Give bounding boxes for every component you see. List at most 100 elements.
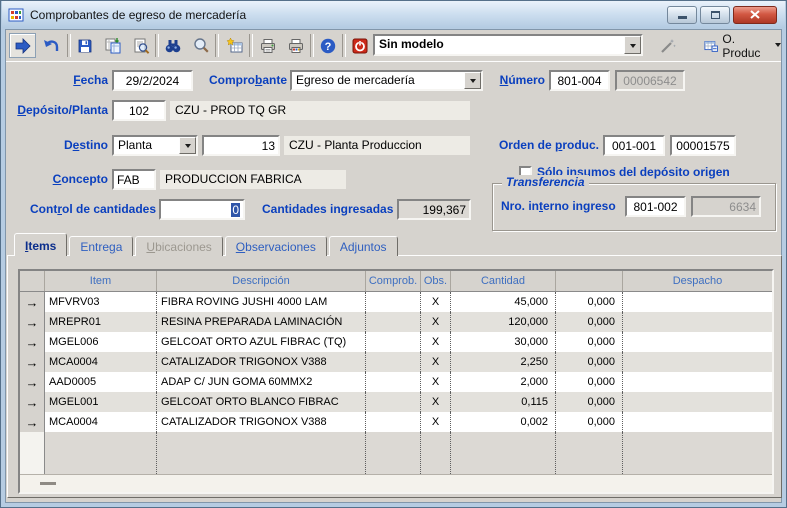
row-selector[interactable]: → <box>20 372 45 392</box>
cell-obs[interactable]: X <box>421 292 451 312</box>
wand-button[interactable] <box>654 33 681 58</box>
cell-cant2[interactable]: 0,000 <box>556 312 623 332</box>
cell-item[interactable]: MGEL006 <box>45 332 157 352</box>
cell-descripcion[interactable]: GELCOAT ORTO BLANCO FIBRAC <box>157 392 366 412</box>
minimize-button[interactable] <box>667 6 697 24</box>
orden-serie-input[interactable] <box>603 135 665 156</box>
model-combobox-dropdown-button[interactable] <box>624 36 641 54</box>
cell-despacho[interactable] <box>623 292 772 312</box>
cell-obs[interactable]: X <box>421 412 451 432</box>
deposito-codigo-input[interactable] <box>112 100 166 121</box>
destino-dropdown-button[interactable] <box>179 137 196 154</box>
table-row[interactable]: → MREPR01 RESINA PREPARADA LAMINACIÓN X … <box>20 312 772 332</box>
row-selector[interactable]: → <box>20 392 45 412</box>
cell-cant2[interactable]: 0,000 <box>556 412 623 432</box>
destino-codigo-input[interactable] <box>202 135 280 156</box>
table-row[interactable]: → AAD0005 ADAP C/ JUN GOMA 60MMX2 X 2,00… <box>20 372 772 392</box>
print-design-button[interactable] <box>282 33 309 58</box>
header-obs[interactable]: Obs. <box>421 271 451 291</box>
new-grid-button[interactable] <box>221 33 248 58</box>
comprobante-combobox[interactable]: Egreso de mercadería <box>290 70 483 91</box>
row-selector[interactable]: → <box>20 352 45 372</box>
find-button[interactable] <box>159 33 186 58</box>
table-row[interactable]: → MGEL001 GELCOAT ORTO BLANCO FIBRAC X 0… <box>20 392 772 412</box>
cell-item[interactable]: MFVRV03 <box>45 292 157 312</box>
save-button[interactable] <box>71 33 98 58</box>
cell-descripcion[interactable]: GELCOAT ORTO AZUL FIBRAC (TQ) <box>157 332 366 352</box>
cell-despacho[interactable] <box>623 352 772 372</box>
scrollbar-thumb[interactable] <box>40 482 56 485</box>
cell-obs[interactable]: X <box>421 392 451 412</box>
header-row-selector[interactable] <box>20 271 45 291</box>
cell-despacho[interactable] <box>623 412 772 432</box>
header-despacho[interactable]: Despacho <box>623 271 772 291</box>
row-selector[interactable]: → <box>20 292 45 312</box>
table-row[interactable]: → MCA0004 CATALIZADOR TRIGONOX V388 X 0,… <box>20 412 772 432</box>
cell-descripcion[interactable]: RESINA PREPARADA LAMINACIÓN <box>157 312 366 332</box>
comprobante-dropdown-button[interactable] <box>464 72 481 89</box>
cell-despacho[interactable] <box>623 372 772 392</box>
cell-descripcion[interactable]: CATALIZADOR TRIGONOX V388 <box>157 412 366 432</box>
exit-button[interactable] <box>346 33 373 58</box>
cell-obs[interactable]: X <box>421 332 451 352</box>
destino-tipo-combobox[interactable]: Planta <box>112 135 198 156</box>
close-button[interactable] <box>733 6 777 24</box>
cell-obs[interactable]: X <box>421 352 451 372</box>
cell-cant2[interactable]: 0,000 <box>556 372 623 392</box>
undo-button[interactable] <box>37 33 64 58</box>
fecha-input[interactable] <box>112 70 193 91</box>
numero-serie-input[interactable] <box>549 70 610 91</box>
help-button[interactable]: ? <box>314 33 341 58</box>
row-selector[interactable]: → <box>20 412 45 432</box>
cell-comprob[interactable] <box>366 312 421 332</box>
cell-obs[interactable]: X <box>421 312 451 332</box>
control-cantidades-input[interactable]: 0 <box>159 199 245 220</box>
cell-cant2[interactable]: 0,000 <box>556 332 623 352</box>
cell-comprob[interactable] <box>366 352 421 372</box>
cell-despacho[interactable] <box>623 312 772 332</box>
cell-descripcion[interactable]: CATALIZADOR TRIGONOX V388 <box>157 352 366 372</box>
cell-comprob[interactable] <box>366 392 421 412</box>
cell-cantidad[interactable]: 0,002 <box>451 412 556 432</box>
model-combobox[interactable]: Sin modelo <box>373 34 643 56</box>
horizontal-scrollbar[interactable] <box>20 474 772 492</box>
cell-item[interactable]: MCA0004 <box>45 352 157 372</box>
row-selector[interactable]: → <box>20 332 45 352</box>
cell-cant2[interactable]: 0,000 <box>556 352 623 372</box>
cell-descripcion[interactable]: FIBRA ROVING JUSHI 4000 LAM <box>157 292 366 312</box>
copy-record-button[interactable] <box>99 33 126 58</box>
table-row[interactable]: → MFVRV03 FIBRA ROVING JUSHI 4000 LAM X … <box>20 292 772 312</box>
cell-comprob[interactable] <box>366 292 421 312</box>
cell-comprob[interactable] <box>366 412 421 432</box>
cell-descripcion[interactable]: ADAP C/ JUN GOMA 60MMX2 <box>157 372 366 392</box>
title-bar[interactable]: Comprobantes de egreso de mercadería <box>2 1 785 28</box>
cell-cantidad[interactable]: 45,000 <box>451 292 556 312</box>
tab-adjuntos[interactable]: Adjuntos <box>329 236 398 256</box>
cell-item[interactable]: MCA0004 <box>45 412 157 432</box>
cell-cant2[interactable]: 0,000 <box>556 292 623 312</box>
header-cantidad[interactable]: Cantidad <box>451 271 556 291</box>
cell-cantidad[interactable]: 120,000 <box>451 312 556 332</box>
row-selector[interactable]: → <box>20 312 45 332</box>
cell-comprob[interactable] <box>366 372 421 392</box>
cell-cantidad[interactable]: 2,000 <box>451 372 556 392</box>
enter-button[interactable] <box>9 33 36 58</box>
header-item[interactable]: Item <box>45 271 157 291</box>
orden-numero-input[interactable] <box>670 135 736 156</box>
header-col2[interactable] <box>556 271 623 291</box>
print-button[interactable] <box>254 33 281 58</box>
concepto-codigo-input[interactable] <box>112 169 156 190</box>
cell-cantidad[interactable]: 2,250 <box>451 352 556 372</box>
print-preview-button[interactable] <box>127 33 154 58</box>
tab-entrega[interactable]: Entrega <box>69 236 133 256</box>
cell-cant2[interactable]: 0,000 <box>556 392 623 412</box>
maximize-button[interactable] <box>700 6 730 24</box>
cell-item[interactable]: MGEL001 <box>45 392 157 412</box>
cell-despacho[interactable] <box>623 332 772 352</box>
produc-dropdown-button[interactable]: O. Produc <box>704 35 781 56</box>
cell-comprob[interactable] <box>366 332 421 352</box>
header-comprob[interactable]: Comprob. <box>366 271 421 291</box>
cell-cantidad[interactable]: 30,000 <box>451 332 556 352</box>
tab-observaciones[interactable]: Observaciones <box>225 236 327 256</box>
nro-interno-serie-input[interactable] <box>625 196 686 217</box>
